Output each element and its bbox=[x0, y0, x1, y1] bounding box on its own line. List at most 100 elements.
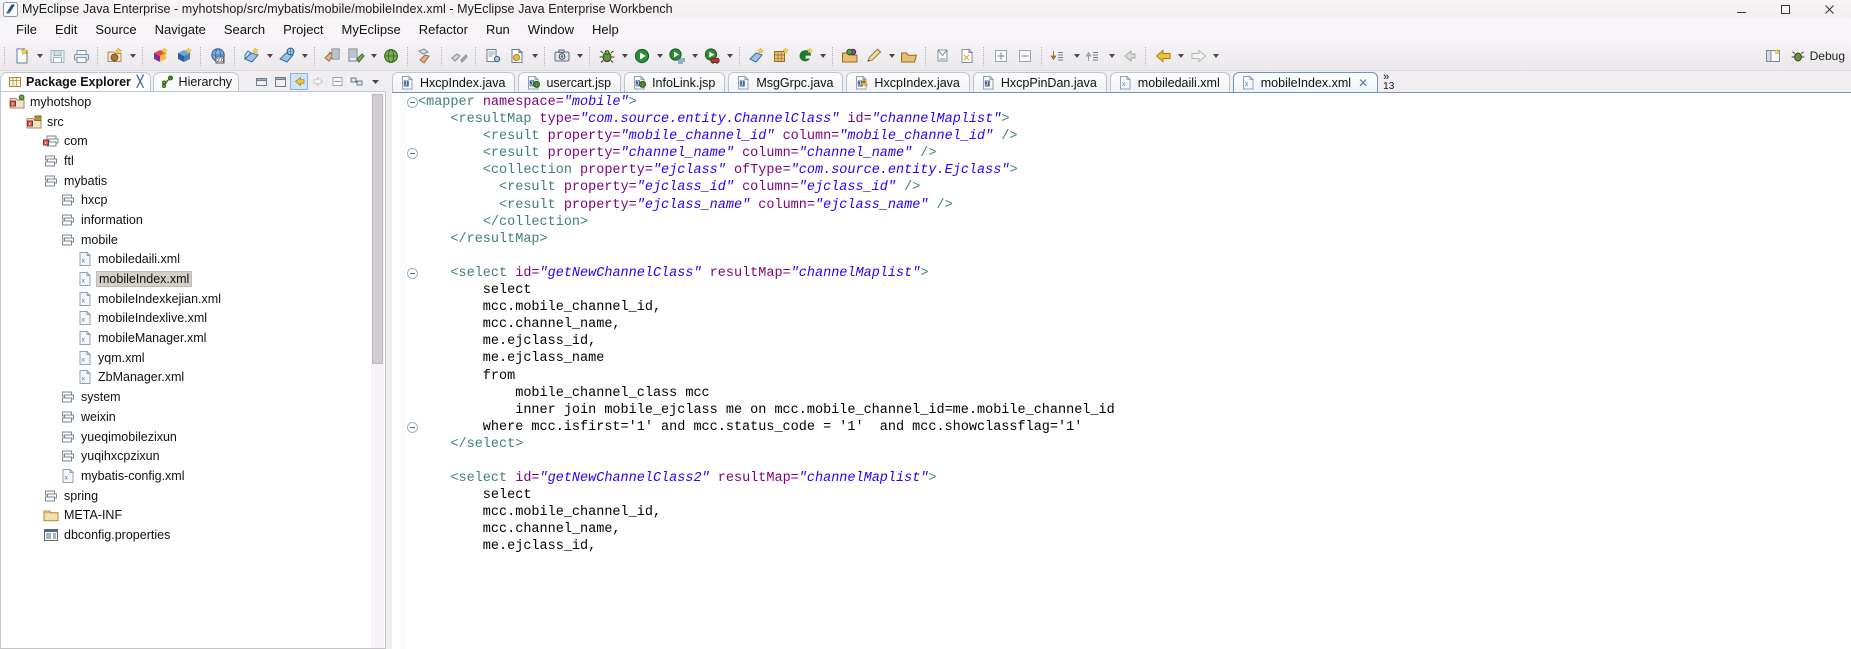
print-icon[interactable] bbox=[70, 45, 92, 67]
tree-item[interactable]: x com bbox=[1, 131, 373, 151]
external-tools-icon[interactable] bbox=[746, 45, 768, 67]
tree-item[interactable]: x mobileIndex.xml bbox=[1, 269, 373, 289]
matisse-icon[interactable] bbox=[448, 45, 470, 67]
editor-text-content[interactable]: <mapper namespace="mobile"> <resultMap t… bbox=[418, 93, 1851, 649]
forward-view-icon[interactable] bbox=[309, 73, 327, 90]
back-view-icon[interactable] bbox=[290, 73, 308, 90]
menu-item-project[interactable]: Project bbox=[274, 20, 332, 40]
open-type-icon[interactable] bbox=[839, 45, 861, 67]
tree-item[interactable]: x yqm.xml bbox=[1, 348, 373, 368]
tree-item[interactable]: META-INF bbox=[1, 505, 373, 525]
editor-tab[interactable]: J HxcpIndex.java bbox=[846, 72, 970, 92]
search-dropdown-arrow[interactable] bbox=[886, 45, 897, 67]
fold-collapse-icon[interactable] bbox=[407, 148, 418, 160]
genuitec-icon[interactable] bbox=[794, 45, 816, 67]
link-editor-icon[interactable] bbox=[347, 73, 365, 90]
collapse-all-view-icon[interactable] bbox=[328, 73, 346, 90]
tree-item[interactable]: dbconfig.properties bbox=[1, 525, 373, 545]
view-menu-icon[interactable] bbox=[366, 73, 384, 90]
tree-item[interactable]: ftl bbox=[1, 151, 373, 171]
tree-item[interactable]: x mobiledaili.xml bbox=[1, 250, 373, 270]
menu-item-help[interactable]: Help bbox=[583, 20, 628, 40]
web-service-dropdown-arrow[interactable] bbox=[529, 45, 540, 67]
expand-all-icon[interactable] bbox=[990, 45, 1012, 67]
deploy-icon[interactable] bbox=[241, 45, 263, 67]
tree-scrollbar-thumb[interactable] bbox=[372, 94, 383, 364]
maximize-icon[interactable] bbox=[1763, 0, 1807, 18]
fold-collapse-icon[interactable] bbox=[407, 268, 418, 279]
new-java-package-icon[interactable] bbox=[104, 45, 126, 67]
next-annotation-dropdown-arrow[interactable] bbox=[1071, 45, 1082, 67]
db-explorer-icon[interactable] bbox=[345, 45, 367, 67]
maximize-view-icon[interactable] bbox=[271, 73, 289, 90]
debug-perspective-icon[interactable] bbox=[1787, 45, 1809, 67]
debug-dropdown-arrow[interactable] bbox=[619, 45, 630, 67]
web-service-icon[interactable] bbox=[506, 45, 528, 67]
menu-item-navigate[interactable]: Navigate bbox=[146, 20, 215, 40]
new-web-project-icon[interactable] bbox=[173, 45, 195, 67]
db-explorer-dropdown-arrow[interactable] bbox=[368, 45, 379, 67]
perspective-open-icon[interactable] bbox=[1763, 45, 1785, 67]
tree-item[interactable]: yueqimobilezixun bbox=[1, 427, 373, 447]
menu-item-source[interactable]: Source bbox=[86, 20, 145, 40]
snapshot-dropdown-arrow[interactable] bbox=[574, 45, 585, 67]
new-wizard-dropdown-arrow[interactable] bbox=[34, 45, 45, 67]
uml-diagram-icon[interactable] bbox=[482, 45, 504, 67]
run-icon[interactable] bbox=[631, 45, 653, 67]
run-profile-icon[interactable] bbox=[701, 45, 723, 67]
package-explorer-tree[interactable]: x myhotshop x src x com ftl mybatis hxcp informat… bbox=[1, 92, 373, 648]
menu-item-window[interactable]: Window bbox=[519, 20, 583, 40]
editor-tab[interactable]: J InfoLink.jsp bbox=[624, 72, 726, 92]
toggle-annotation-icon[interactable] bbox=[932, 45, 954, 67]
new-java-package-dropdown-arrow[interactable] bbox=[127, 45, 138, 67]
run-dropdown-arrow[interactable] bbox=[654, 45, 665, 67]
tree-item[interactable]: information bbox=[1, 210, 373, 230]
tree-item[interactable]: yuqihxcpzixun bbox=[1, 446, 373, 466]
new-enterprise-project-icon[interactable] bbox=[149, 45, 171, 67]
prev-annotation-dropdown-arrow[interactable] bbox=[1106, 45, 1117, 67]
back-dropdown-arrow[interactable] bbox=[1175, 45, 1186, 67]
tree-item[interactable]: x myhotshop bbox=[1, 92, 373, 112]
deploy-dropdown-arrow[interactable] bbox=[264, 45, 275, 67]
editor-tab[interactable]: Jusercart.jsp bbox=[518, 72, 622, 92]
run-profile-dropdown-arrow[interactable] bbox=[724, 45, 735, 67]
editor-tab[interactable]: J HxcpPinDan.java bbox=[972, 72, 1107, 92]
tree-vertical-scrollbar[interactable] bbox=[371, 93, 384, 648]
run-server-dropdown-arrow[interactable] bbox=[299, 45, 310, 67]
tree-item[interactable]: mobile bbox=[1, 230, 373, 250]
menu-item-search[interactable]: Search bbox=[215, 20, 274, 40]
prev-annotation-icon[interactable] bbox=[1083, 45, 1105, 67]
view-tab-hierarchy[interactable]: Hierarchy bbox=[152, 72, 240, 91]
search-pencil-icon[interactable] bbox=[863, 45, 885, 67]
open-task-icon[interactable] bbox=[898, 45, 920, 67]
tree-item[interactable]: x mobileIndexkejian.xml bbox=[1, 289, 373, 309]
close-icon[interactable]: ╳ bbox=[137, 76, 144, 88]
tree-item[interactable]: weixin bbox=[1, 407, 373, 427]
tree-item[interactable]: spring bbox=[1, 486, 373, 506]
xml-source-editor[interactable]: <mapper namespace="mobile"> <resultMap t… bbox=[392, 92, 1851, 649]
tree-item[interactable]: x mybatis-config.xml bbox=[1, 466, 373, 486]
folding-gutter[interactable] bbox=[392, 93, 419, 649]
tree-item[interactable]: x ZbManager.xml bbox=[1, 368, 373, 388]
fold-collapse-icon[interactable] bbox=[407, 421, 418, 433]
close-icon[interactable]: ✕ bbox=[1358, 77, 1368, 89]
menu-item-run[interactable]: Run bbox=[477, 20, 519, 40]
forward-arrow-icon[interactable] bbox=[1187, 45, 1209, 67]
menu-item-myeclipse[interactable]: MyEclipse bbox=[333, 20, 410, 40]
back-history-grey-icon[interactable] bbox=[1118, 45, 1140, 67]
tree-item[interactable]: system bbox=[1, 387, 373, 407]
tree-item[interactable]: x mobileManager.xml bbox=[1, 328, 373, 348]
menu-item-edit[interactable]: Edit bbox=[46, 20, 86, 40]
view-tab-package-explorer[interactable]: Package Explorer ╳ bbox=[0, 72, 151, 91]
genuitec-dropdown-arrow[interactable] bbox=[817, 45, 828, 67]
menu-item-file[interactable]: File bbox=[7, 20, 46, 40]
editor-tab[interactable]: x mobileIndex.xml ✕ bbox=[1232, 72, 1379, 92]
debug-bug-icon[interactable] bbox=[596, 45, 618, 67]
collapse-all-icon[interactable] bbox=[1014, 45, 1036, 67]
save-icon[interactable] bbox=[46, 45, 68, 67]
tree-item[interactable]: mybatis bbox=[1, 171, 373, 191]
tree-item[interactable]: x mobileIndexlive.xml bbox=[1, 309, 373, 329]
back-arrow-icon[interactable] bbox=[1152, 45, 1174, 67]
fold-collapse-icon[interactable] bbox=[407, 97, 418, 108]
db-browser-icon[interactable] bbox=[321, 45, 343, 67]
